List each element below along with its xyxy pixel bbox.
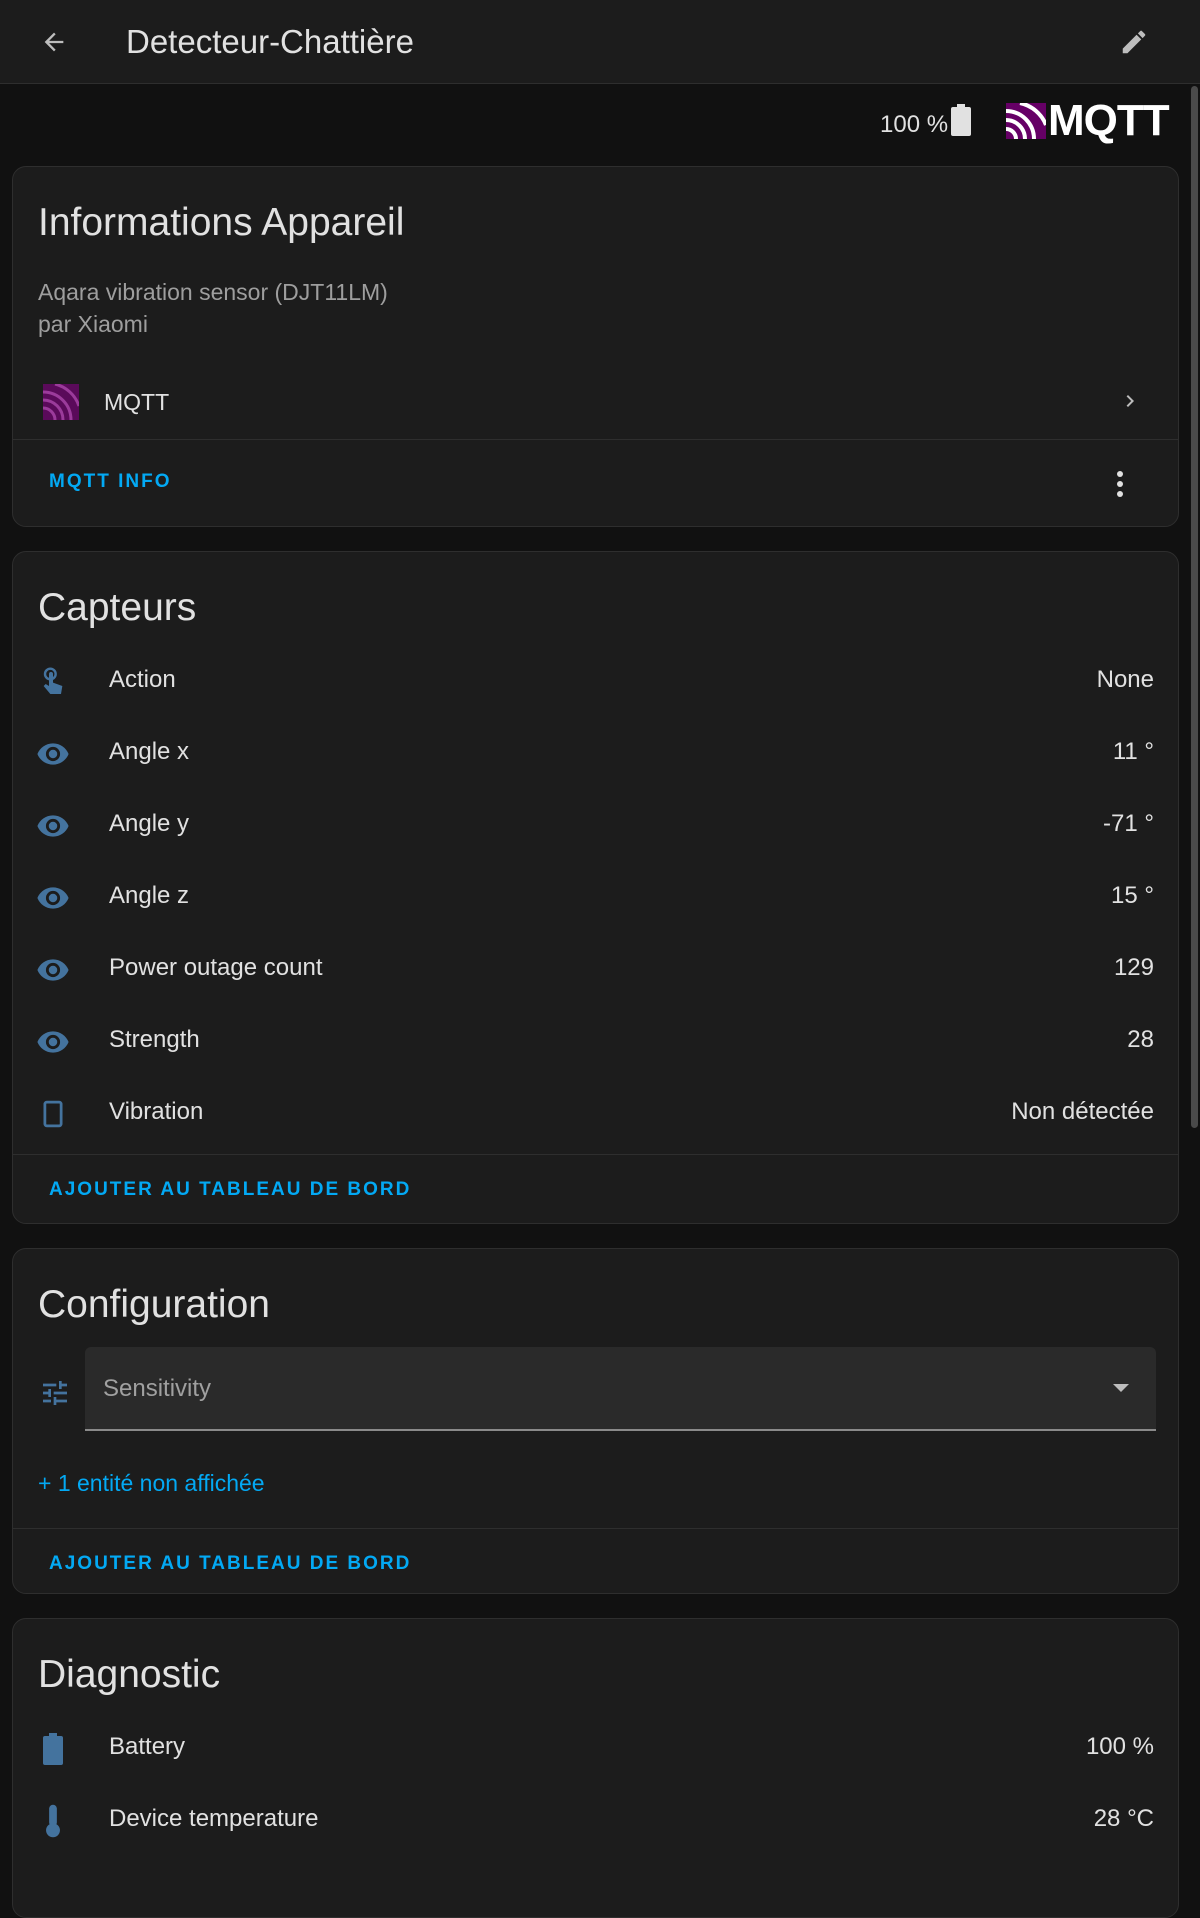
- thermometer-icon: [35, 1803, 71, 1839]
- entity-label: Power outage count: [109, 954, 323, 981]
- entity-label: Device temperature: [109, 1805, 319, 1832]
- entity-value: 28: [1127, 1026, 1154, 1053]
- entity-value: 100 %: [1085, 1733, 1154, 1760]
- entity-row[interactable]: Angle z 15 °: [13, 866, 1178, 926]
- entity-row[interactable]: Vibration Non détectée: [13, 1082, 1178, 1142]
- entity-row[interactable]: Battery 100 %: [13, 1717, 1178, 1777]
- add-to-dashboard-button[interactable]: AJOUTER AU TABLEAU DE BORD: [49, 1553, 411, 1575]
- more-vertical-icon[interactable]: [1108, 469, 1132, 499]
- sensitivity-select[interactable]: Sensitivity: [85, 1347, 1156, 1431]
- chevron-right-icon: [1126, 395, 1134, 407]
- app-header: Detecteur-Chattière: [0, 0, 1200, 84]
- entity-label: Battery: [109, 1733, 186, 1760]
- eye-icon: [35, 952, 71, 988]
- touch-icon: [35, 664, 71, 700]
- mqtt-waves-icon: [1006, 103, 1046, 139]
- card-title: Informations Appareil: [38, 201, 405, 244]
- add-to-dashboard-button[interactable]: AJOUTER AU TABLEAU DE BORD: [49, 1179, 411, 1201]
- entity-value: 28 °C: [1093, 1805, 1154, 1832]
- entity-row[interactable]: Device temperature 28 °C: [13, 1789, 1178, 1849]
- dropdown-arrow-icon: [1113, 1384, 1129, 1392]
- mqtt-integration-icon: [43, 384, 79, 420]
- entity-label: Strength: [109, 1026, 200, 1053]
- eye-icon: [35, 808, 71, 844]
- diagnostic-card: Diagnostic Battery 100 % Device temperat…: [12, 1618, 1179, 1918]
- back-button[interactable]: [34, 22, 74, 62]
- entity-row[interactable]: Angle x 11 °: [13, 722, 1178, 782]
- mqtt-info-button[interactable]: MQTT INFO: [49, 471, 171, 493]
- card-title: Capteurs: [38, 586, 197, 629]
- entity-row[interactable]: Power outage count 129: [13, 938, 1178, 998]
- sensors-card: Capteurs Action None Angle x 11 ° Angle …: [12, 551, 1179, 1224]
- select-label: Sensitivity: [103, 1375, 212, 1402]
- entity-label: Vibration: [109, 1098, 204, 1125]
- entity-label: Angle y: [109, 810, 190, 837]
- entity-value: 15 °: [1111, 882, 1154, 909]
- entity-value: 11 °: [1112, 738, 1154, 765]
- hidden-entities-link[interactable]: + 1 entité non affichée: [38, 1470, 265, 1497]
- entity-label: Angle z: [109, 882, 190, 909]
- battery-percentage: 100 %: [880, 111, 949, 138]
- configuration-card: Configuration Sensitivity + 1 entité non…: [12, 1248, 1179, 1594]
- entity-row[interactable]: Strength 28: [13, 1010, 1178, 1070]
- eye-icon: [35, 880, 71, 916]
- eye-icon: [35, 736, 71, 772]
- card-title: Configuration: [38, 1283, 270, 1326]
- tune-icon: [43, 1381, 67, 1405]
- entity-label: Angle x: [109, 738, 190, 765]
- divider: [13, 1154, 1178, 1155]
- device-info-card: Informations Appareil Aqara vibration se…: [12, 166, 1179, 527]
- edit-button[interactable]: [1114, 22, 1154, 62]
- divider: [13, 1528, 1178, 1529]
- card-title: Diagnostic: [38, 1653, 221, 1696]
- entity-value: -71 °: [1103, 810, 1154, 837]
- integration-label: MQTT: [104, 389, 170, 415]
- device-model: Aqara vibration sensor (DJT11LM): [38, 279, 388, 305]
- entity-row[interactable]: Action None: [13, 650, 1178, 710]
- mqtt-logo-text: MQTT: [1048, 96, 1170, 145]
- battery-icon: [35, 1731, 71, 1767]
- device-manufacturer: par Xiaomi: [38, 311, 148, 337]
- vibrate-icon: [35, 1096, 71, 1132]
- arrow-left-icon: [44, 32, 64, 52]
- entity-value: 129: [1113, 954, 1154, 981]
- entity-value: None: [1096, 666, 1154, 693]
- page-title: Detecteur-Chattière: [126, 23, 414, 60]
- pencil-icon: [1122, 30, 1146, 54]
- entity-row[interactable]: Angle y -71 °: [13, 794, 1178, 854]
- scrollbar[interactable]: [1191, 86, 1198, 1128]
- divider: [13, 439, 1178, 440]
- integration-row[interactable]: MQTT: [13, 367, 1178, 437]
- entity-value: Non détectée: [1011, 1098, 1154, 1125]
- entity-label: Action: [109, 666, 176, 693]
- battery-icon: [951, 104, 971, 136]
- eye-icon: [35, 1024, 71, 1060]
- mqtt-logo: MQTT: [1006, 96, 1170, 146]
